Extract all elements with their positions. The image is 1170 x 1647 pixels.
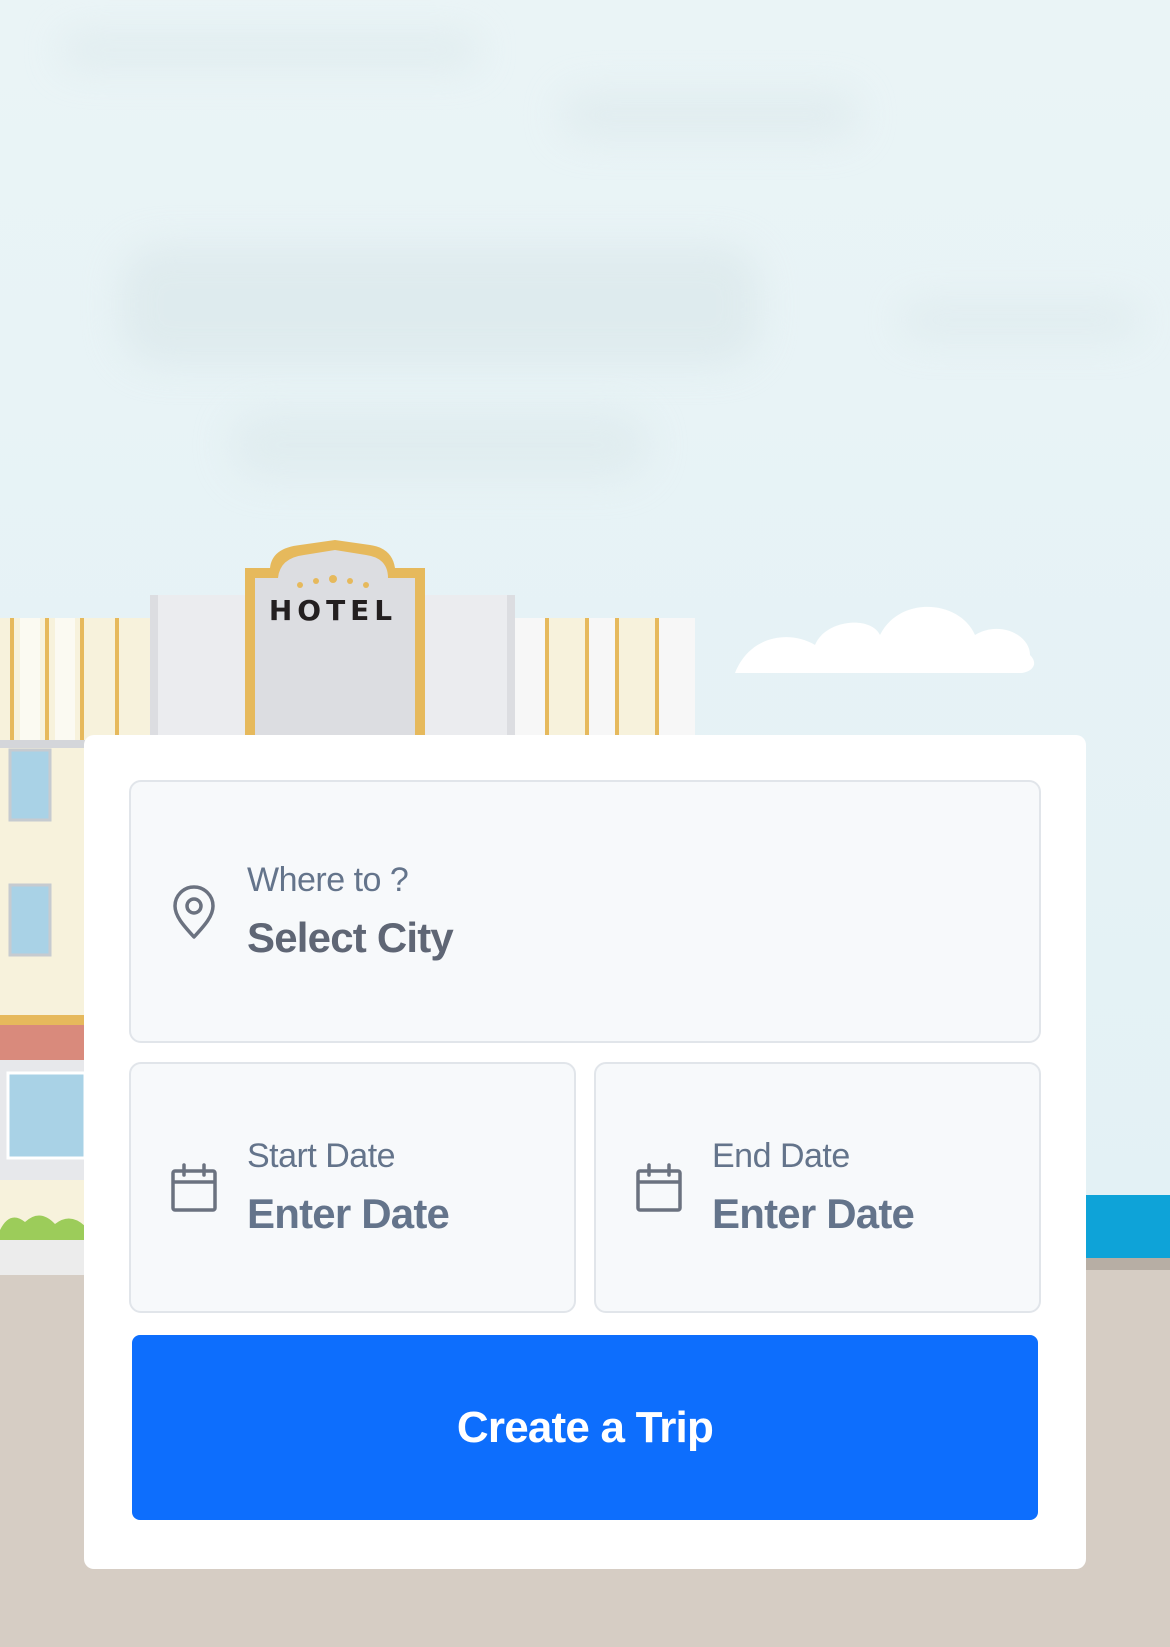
end-date-value[interactable]: Enter Date [712, 1190, 915, 1238]
sea-edge [1080, 1258, 1170, 1270]
end-date-label: End Date [712, 1137, 850, 1175]
end-date-field[interactable]: End Date Enter Date [594, 1062, 1041, 1313]
trip-form-card: Where to ? Select City Start Date Enter … [84, 735, 1086, 1569]
start-date-label: Start Date [247, 1137, 396, 1175]
destination-field[interactable]: Where to ? Select City [129, 780, 1041, 1043]
map-pin-icon [169, 884, 219, 940]
calendar-icon [634, 1160, 684, 1216]
destination-label: Where to ? [247, 861, 409, 899]
calendar-icon [169, 1160, 219, 1216]
start-date-field[interactable]: Start Date Enter Date [129, 1062, 576, 1313]
end-date-texts: End Date Enter Date [712, 1137, 915, 1238]
start-date-value[interactable]: Enter Date [247, 1190, 450, 1238]
create-trip-button[interactable]: Create a Trip [132, 1335, 1038, 1520]
hotel-sign-text: HOTEL [269, 594, 397, 627]
destination-value[interactable]: Select City [247, 914, 454, 962]
cloud-illustration [735, 606, 1035, 673]
start-date-texts: Start Date Enter Date [247, 1137, 450, 1238]
sea-strip [1080, 1195, 1170, 1260]
destination-texts: Where to ? Select City [247, 861, 454, 962]
